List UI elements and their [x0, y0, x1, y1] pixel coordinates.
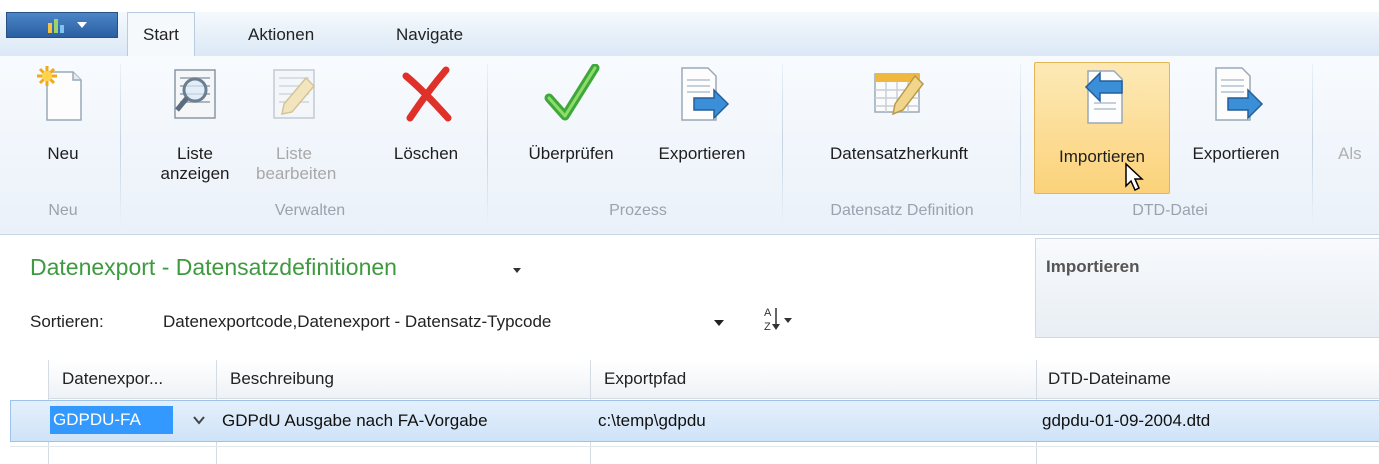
sort-field-select[interactable]: Datenexportcode,Datenexport - Datensatz-…: [163, 312, 551, 332]
column-header-export-path[interactable]: Exportpfad: [590, 360, 1050, 399]
group-label-dtd-datei: DTD-Datei: [1132, 202, 1208, 219]
edit-list-button[interactable]: Liste bearbeiten: [244, 60, 344, 196]
tab-strip-band: [0, 12, 1379, 57]
checkmark-icon: [544, 64, 600, 121]
record-source-button[interactable]: Datensatzherkunft: [794, 60, 1004, 196]
description-cell[interactable]: GDPdU Ausgabe nach FA-Vorgabe: [222, 400, 488, 442]
mouse-cursor-icon: [1125, 162, 1144, 192]
view-list-label: Liste anzeigen: [160, 144, 230, 183]
chevron-down-icon: [77, 22, 87, 28]
dtd-filename-cell[interactable]: gdpdu-01-09-2004.dtd: [1042, 400, 1210, 442]
group-divider: [120, 64, 121, 224]
column-header-dtd-filename[interactable]: DTD-Dateiname: [1036, 360, 1379, 399]
ribbon-tab-strip: Start Aktionen Navigate: [0, 0, 1379, 57]
title-dropdown-icon[interactable]: [513, 268, 521, 273]
application-menu-button[interactable]: [6, 12, 118, 38]
grid-divider: [10, 446, 1379, 447]
dynamics-logo-icon: [48, 19, 64, 33]
group-divider: [487, 64, 488, 224]
import-icon: [1084, 70, 1123, 124]
group-divider: [1020, 64, 1021, 224]
dtd-import-label: Importieren: [1059, 147, 1145, 166]
dtd-export-label: Exportieren: [1192, 144, 1280, 163]
delete-label: Löschen: [393, 144, 459, 163]
tab-aktionen[interactable]: Aktionen: [233, 18, 329, 54]
truncated-ribbon-button[interactable]: Als: [1338, 144, 1362, 164]
sort-ascending-icon[interactable]: A Z: [762, 304, 810, 334]
new-button[interactable]: Neu: [28, 60, 98, 196]
record-source-icon: [874, 73, 924, 116]
column-header-code[interactable]: Datenexpor...: [48, 360, 230, 399]
group-divider: [1312, 64, 1313, 224]
group-label-neu: Neu: [48, 202, 78, 219]
record-grid: Datenexpor... Beschreibung Exportpfad DT…: [0, 360, 1379, 464]
delete-button[interactable]: Löschen: [378, 60, 474, 196]
record-source-label: Datensatzherkunft: [830, 144, 968, 163]
group-label-datensatz-definition: Datensatz Definition: [830, 202, 974, 219]
export-icon: [1215, 67, 1264, 121]
page-title[interactable]: Datenexport - Datensatzdefinitionen: [30, 254, 397, 281]
group-label-verwalten: Verwalten: [274, 202, 346, 219]
svg-text:Z: Z: [764, 321, 771, 333]
edit-list-icon: [273, 69, 316, 119]
process-export-label: Exportieren: [658, 144, 746, 163]
chevron-down-icon[interactable]: [192, 414, 206, 426]
view-list-button[interactable]: Liste anzeigen: [150, 60, 240, 196]
group-label-prozess: Prozess: [609, 202, 667, 219]
tab-start[interactable]: Start: [127, 12, 195, 57]
code-input[interactable]: GDPDU-FA: [50, 406, 173, 434]
factbox-panel: Importieren: [1035, 238, 1379, 338]
verify-button[interactable]: Überprüfen: [508, 60, 634, 196]
delete-x-icon: [402, 66, 452, 122]
factbox-title: Importieren: [1046, 257, 1140, 276]
dtd-export-button[interactable]: Exportieren: [1170, 60, 1302, 196]
svg-text:A: A: [764, 307, 772, 319]
verify-label: Überprüfen: [528, 144, 614, 163]
view-list-icon: [174, 69, 216, 119]
column-header-description[interactable]: Beschreibung: [216, 360, 604, 399]
export-icon: [681, 67, 730, 121]
tab-navigate[interactable]: Navigate: [381, 18, 478, 54]
group-divider: [782, 64, 783, 224]
chevron-down-icon[interactable]: [714, 320, 724, 326]
edit-list-label: Liste bearbeiten: [256, 144, 337, 183]
dtd-import-button[interactable]: Importieren: [1034, 62, 1170, 194]
sort-label: Sortieren:: [30, 312, 104, 331]
ribbon: Neu Neu Liste anzeigen Liste bearbeiten …: [0, 56, 1379, 235]
process-export-button[interactable]: Exportieren: [636, 60, 768, 196]
export-path-cell[interactable]: c:\temp\gdpdu: [598, 400, 706, 442]
new-button-label: Neu: [47, 144, 79, 163]
new-document-icon: [37, 66, 82, 121]
